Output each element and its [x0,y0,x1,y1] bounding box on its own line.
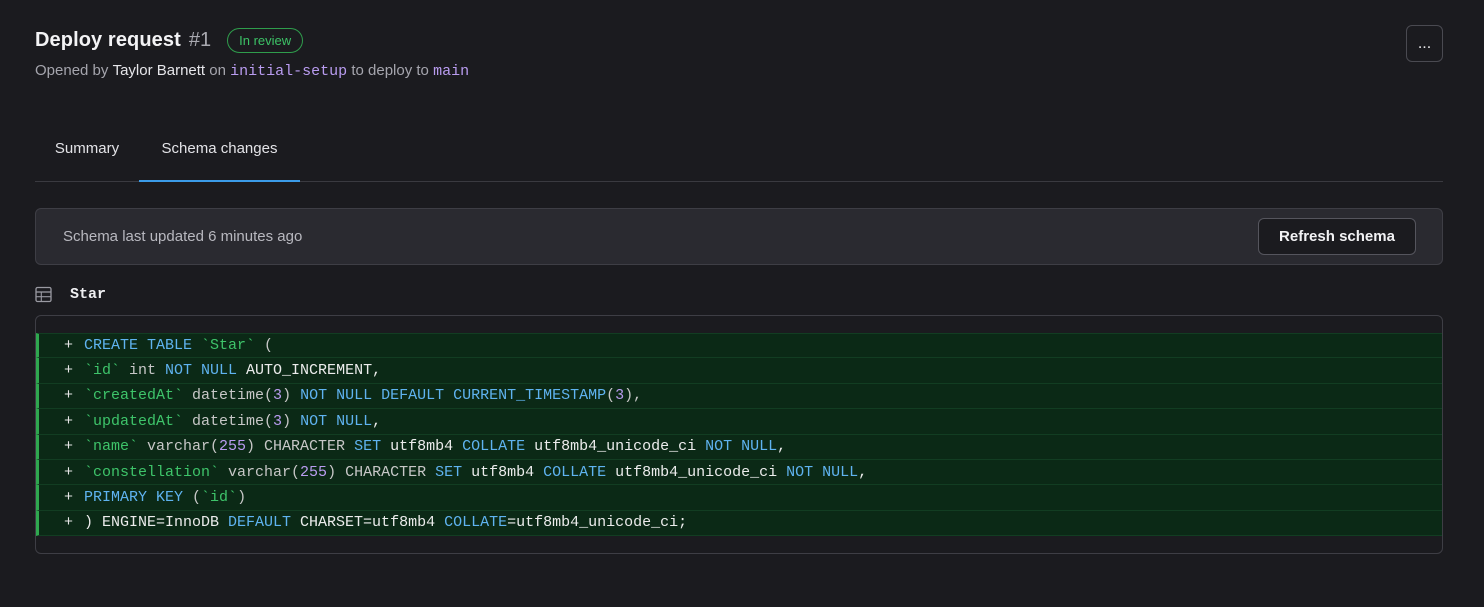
diff-added-marker: + [64,438,74,456]
code-token: ) [282,412,301,430]
more-options-button[interactable]: ... [1406,25,1443,62]
diff-added-marker: + [64,514,74,532]
code-token: `updatedAt` [84,412,184,430]
table-header: Star [35,283,106,305]
code-token: `Star` [201,337,256,355]
code-token: 3 [273,412,283,430]
code-token: 3 [615,387,625,405]
code-token: utf8mb4 [462,463,544,481]
code-token: ), [624,387,643,405]
diff-line-code: ) ENGINE=InnoDB DEFAULT CHARSET=utf8mb4 … [84,514,687,531]
code-token: ( [183,489,202,507]
diff-line: + ) ENGINE=InnoDB DEFAULT CHARSET=utf8mb4… [36,510,1442,537]
code-token: datetime( [183,412,274,430]
diff-line: + `updatedAt` datetime(3) NOT NULL, [36,409,1442,435]
diff-added-marker: + [64,387,74,405]
diff-line-code: `createdAt` datetime(3) NOT NULL DEFAULT… [84,387,642,404]
code-token: NOT NULL [165,362,238,380]
table-icon [35,286,52,302]
diff-line: + `id` int NOT NULL AUTO_INCREMENT, [36,358,1442,384]
code-token: `id` [201,489,238,507]
code-token: ) [282,387,301,405]
code-token: CHARSET=utf8mb4 [291,514,445,532]
diff-line-code: `constellation` varchar(255) CHARACTER S… [84,464,867,481]
code-token: datetime( [183,387,274,405]
schema-diff: + CREATE TABLE `Star` ( + `id` int NOT NULL… [35,315,1443,554]
code-token: COLLATE [444,514,508,532]
schema-info-bar: Schema last updated 6 minutes ago Refres… [35,208,1443,265]
code-token: , [372,412,382,430]
code-token: varchar( [219,463,301,481]
code-token: NOT NULL [786,463,859,481]
code-token: varchar( [138,438,220,456]
code-token: utf8mb4 [381,438,463,456]
code-token: ) [237,489,247,507]
code-token: NOT NULL [300,412,373,430]
diff-line: + `name` varchar(255) CHARACTER SET utf8m… [36,434,1442,460]
code-token: NOT NULL [705,438,778,456]
diff-added-marker: + [64,337,74,355]
code-token: ) CHARACTER [246,438,355,456]
code-token: 3 [273,387,283,405]
code-token: NOT NULL DEFAULT CURRENT_TIMESTAMP [300,387,607,405]
code-token: utf8mb4_unicode_ci [606,463,787,481]
diff-line: + PRIMARY KEY (`id`) [36,485,1442,511]
code-token: SET [354,438,382,456]
code-token: COLLATE [462,438,526,456]
code-token: 255 [300,463,328,481]
tab-bar: Summary Schema changes [35,116,1443,182]
diff-added-marker: + [64,463,74,481]
code-token: int [120,362,166,380]
source-branch[interactable]: initial-setup [230,63,347,80]
code-token: `id` [84,362,121,380]
target-branch[interactable]: main [433,63,469,80]
code-token: ( [606,387,616,405]
request-subtitle: Opened by Taylor Barnett on initial-setu… [35,62,469,80]
deploy-to-label: to deploy to [347,62,434,79]
page-header: Deploy request #1 In review [35,26,304,54]
diff-line-code: PRIMARY KEY (`id`) [84,489,246,506]
code-token: `name` [84,438,139,456]
diff-line-code: `id` int NOT NULL AUTO_INCREMENT, [84,362,381,379]
status-badge: In review [227,27,304,53]
diff-added-marker: + [64,489,74,507]
refresh-schema-button[interactable]: Refresh schema [1258,218,1416,255]
diff-line-code: `updatedAt` datetime(3) NOT NULL, [84,413,381,430]
table-name: Star [70,285,107,303]
tab-schema-changes[interactable]: Schema changes [139,116,300,182]
diff-line: + `constellation` varchar(255) CHARACTER … [36,459,1442,486]
code-token: `constellation` [84,463,220,481]
on-label: on [205,62,231,79]
schema-updated-text: Schema last updated 6 minutes ago [63,228,303,245]
diff-added-marker: + [64,412,74,430]
diff-added-marker: + [64,362,74,380]
code-token: ) CHARACTER [327,463,436,481]
author-name: Taylor Barnett [112,62,206,79]
ellipsis-icon: ... [1417,34,1432,52]
code-token: DEFAULT [228,514,292,532]
code-token: , [858,463,868,481]
diff-line: + `createdAt` datetime(3) NOT NULL DEFAUL… [36,383,1442,410]
deploy-request-page: Deploy request #1 In review Opened by Ta… [0,0,1484,607]
diff-lines: + CREATE TABLE `Star` ( + `id` int NOT NULL… [36,333,1442,537]
diff-line-code: CREATE TABLE `Star` ( [84,337,273,354]
code-token: =utf8mb4_unicode_ci; [507,514,688,532]
code-token: utf8mb4_unicode_ci [525,438,706,456]
code-token: 255 [219,438,247,456]
code-token: COLLATE [543,463,607,481]
diff-line-code: `name` varchar(255) CHARACTER SET utf8mb… [84,438,786,455]
code-token: `createdAt` [84,387,184,405]
code-token: CREATE TABLE [84,337,202,355]
code-token: , [777,438,787,456]
opened-by-label: Opened by [35,62,113,79]
code-token: SET [435,463,463,481]
code-token: PRIMARY KEY [84,489,184,507]
tab-summary[interactable]: Summary [35,116,139,181]
code-token: ) ENGINE=InnoDB [84,514,229,532]
page-title: Deploy request [35,28,181,51]
code-token: ( [255,337,274,355]
diff-line: + CREATE TABLE `Star` ( [36,333,1442,359]
request-number: #1 [188,28,212,51]
code-token: AUTO_INCREMENT, [237,362,382,380]
